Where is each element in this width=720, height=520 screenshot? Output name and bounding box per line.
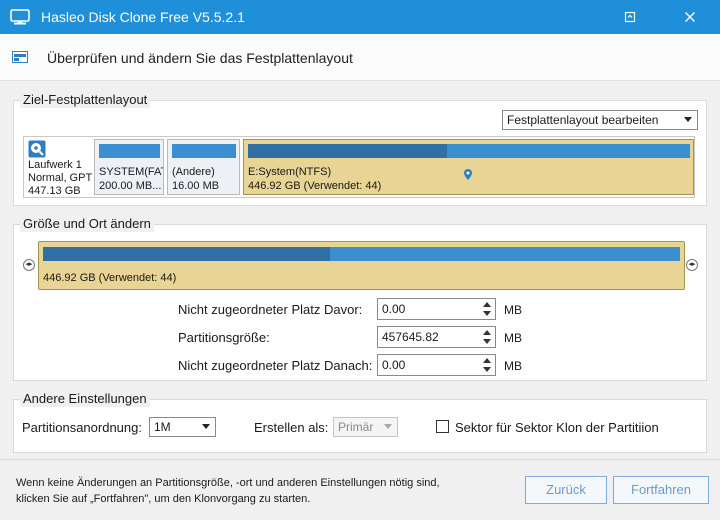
unallocated-after-value: 0.00 [382, 358, 406, 372]
other-settings-legend: Andere Einstellungen [20, 391, 150, 407]
disk-info: Laufwerk 1 Normal, GPT 447.13 GB [26, 139, 93, 197]
back-button[interactable]: Zurück [525, 476, 607, 504]
unallocated-after-label: Nicht zugeordneter Platz Danach: [178, 358, 373, 373]
unit-label: MB [504, 303, 522, 317]
unallocated-before-input[interactable]: 0.00 [377, 298, 496, 320]
restore-button[interactable] [615, 6, 645, 28]
close-icon [685, 12, 695, 22]
partition-usage-bar [248, 144, 690, 158]
partition-name: (Andere) [172, 166, 215, 178]
partition-size-label: Partitionsgröße: [178, 330, 270, 345]
partition-system-fat32[interactable]: SYSTEM(FAT3 200.00 MB... [94, 139, 164, 195]
close-button[interactable] [675, 6, 705, 28]
step-header: Überprüfen und ändern Sie das Festplatte… [0, 34, 720, 81]
alignment-value: 1M [154, 420, 171, 434]
partition-size: 200.00 MB... [99, 180, 162, 192]
continue-button[interactable]: Fortfahren [613, 476, 709, 504]
partition-other[interactable]: (Andere) 16.00 MB [167, 139, 240, 195]
disk-type: Normal, GPT [28, 172, 93, 184]
chevron-down-icon [202, 424, 210, 429]
partition-name: SYSTEM(FAT3 [99, 166, 163, 178]
footer-info: Wenn keine Änderungen an Partitionsgröße… [16, 475, 486, 507]
spin-up-icon[interactable] [483, 330, 491, 335]
partition-size-input[interactable]: 457645.82 [377, 326, 496, 348]
app-logo-icon [10, 9, 30, 25]
window-title: Hasleo Disk Clone Free V5.5.2.1 [41, 9, 245, 25]
location-pin-icon [464, 169, 472, 180]
spin-down-icon[interactable] [483, 367, 491, 372]
target-layout-legend: Ziel-Festplattenlayout [20, 92, 151, 108]
disk-name: Laufwerk 1 [28, 159, 82, 171]
unallocated-before-value: 0.00 [382, 302, 406, 316]
partition-usage-bar [99, 144, 160, 158]
resize-usage-bar [43, 247, 680, 261]
unallocated-after-input[interactable]: 0.00 [377, 354, 496, 376]
footer: Wenn keine Änderungen an Partitionsgröße… [0, 459, 720, 520]
sector-clone-checkbox[interactable] [436, 420, 449, 433]
layout-mode-value: Festplattenlayout bearbeiten [507, 113, 659, 127]
alignment-dropdown[interactable]: 1M [149, 417, 216, 437]
partition-name: E:System(NTFS) [248, 166, 332, 178]
resize-group: Größe und Ort ändern ◂▸ 446.92 GB (Verwe… [13, 216, 707, 381]
create-as-value: Primär [338, 420, 374, 434]
target-layout-group: Ziel-Festplattenlayout Festplattenlayout… [13, 92, 707, 206]
unallocated-before-label: Nicht zugeordneter Platz Davor: [178, 302, 363, 317]
alignment-label: Partitionsanordnung: [22, 420, 142, 435]
right-resize-handle[interactable]: ◂▸ [686, 259, 698, 271]
create-as-dropdown: Primär [333, 417, 398, 437]
spin-down-icon[interactable] [483, 339, 491, 344]
resize-partition-label: 446.92 GB (Verwendet: 44) [43, 272, 177, 284]
chevron-down-icon [384, 424, 392, 429]
other-settings-group: Andere Einstellungen Partitionsanordnung… [13, 391, 707, 453]
resize-partition-block[interactable]: 446.92 GB (Verwendet: 44) [38, 241, 685, 290]
unit-label: MB [504, 331, 522, 345]
partition-usage-bar [172, 144, 236, 158]
step-subtitle: Überprüfen und ändern Sie das Festplatte… [47, 50, 353, 66]
chevron-down-icon [684, 117, 692, 122]
partition-size: 16.00 MB [172, 180, 220, 192]
disk-layout-icon [12, 51, 28, 63]
disk-map: Laufwerk 1 Normal, GPT 447.13 GB SYSTEM(… [23, 136, 695, 198]
unit-label: MB [504, 359, 522, 373]
partition-system-ntfs[interactable]: E:System(NTFS) 446.92 GB (Verwendet: 44) [243, 139, 694, 195]
left-resize-handle[interactable]: ◂▸ [23, 259, 35, 271]
footer-info-line-2: klicken Sie auf „Fortfahren", um den Klo… [16, 493, 311, 505]
spin-up-icon[interactable] [483, 302, 491, 307]
footer-info-line-1: Wenn keine Änderungen an Partitionsgröße… [16, 477, 440, 489]
resize-legend: Größe und Ort ändern [20, 216, 154, 232]
spin-up-icon[interactable] [483, 358, 491, 363]
spin-down-icon[interactable] [483, 311, 491, 316]
title-bar: Hasleo Disk Clone Free V5.5.2.1 [0, 0, 720, 34]
partition-size: 446.92 GB (Verwendet: 44) [248, 180, 382, 192]
sector-clone-label[interactable]: Sektor für Sektor Klon der Partitiion [455, 420, 659, 435]
restore-icon [624, 11, 636, 23]
layout-mode-dropdown[interactable]: Festplattenlayout bearbeiten [502, 110, 698, 130]
partition-size-value: 457645.82 [382, 330, 439, 344]
disk-size: 447.13 GB [28, 185, 81, 197]
create-as-label: Erstellen als: [254, 420, 329, 435]
hard-disk-icon [28, 140, 46, 158]
